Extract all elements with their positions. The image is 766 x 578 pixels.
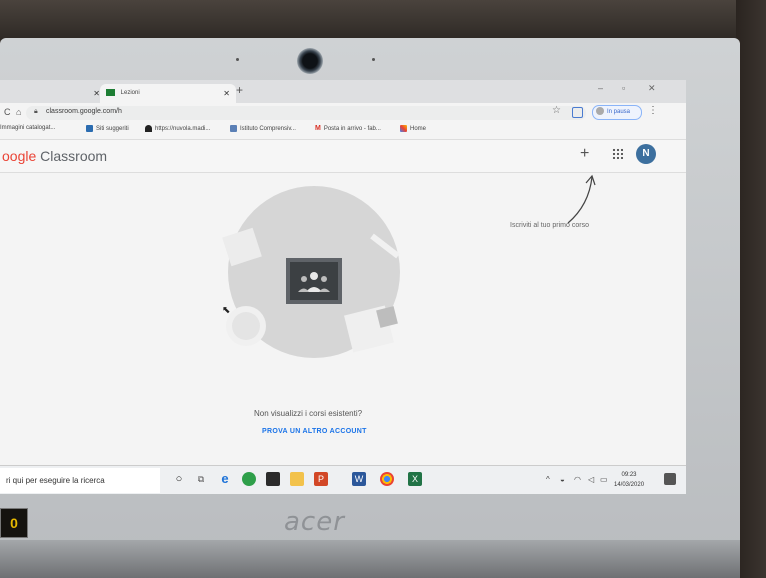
bookmark-item[interactable]: Istituto Comprensiv... — [230, 125, 296, 132]
join-class-hint: Iscriviti al tuo primo corso — [510, 222, 589, 229]
empty-state-illustration — [222, 186, 400, 358]
wifi-icon[interactable]: ◠ — [574, 475, 581, 484]
clock-date: 14/03/2020 — [614, 482, 645, 488]
tray-chevron-icon[interactable]: ^ — [546, 475, 550, 484]
taskbar-search-box[interactable]: ri qui per eseguire la ricerca — [0, 468, 160, 493]
toolbar: C ⌂ 🔒︎ classroom.google.com/h — [0, 103, 686, 123]
minimize-icon[interactable]: – — [598, 83, 603, 93]
bookmarks-bar: Immagini catalogat... Siti suggeriti htt… — [0, 123, 686, 140]
new-tab-button[interactable]: + — [236, 83, 243, 97]
profile-label: In pausa — [607, 109, 631, 115]
system-clock[interactable]: 09:23 14/03/2020 — [614, 470, 644, 490]
maximize-icon[interactable]: ▫ — [622, 83, 625, 93]
laptop-brand-logo: acer — [284, 507, 345, 537]
tab-label: Lezioni — [120, 90, 140, 96]
home-icon[interactable]: ⌂ — [16, 107, 21, 117]
windows-taskbar: ri qui per eseguire la ricerca ○ ⧉ e P W… — [0, 465, 686, 494]
chrome-icon[interactable] — [380, 472, 394, 486]
reload-icon[interactable]: C — [4, 107, 11, 117]
cloud-icon — [145, 125, 152, 132]
account-avatar[interactable]: N — [636, 144, 656, 164]
close-icon[interactable]: ✕ — [93, 84, 100, 103]
bookmark-item[interactable]: https://nuvola.madi... — [145, 125, 210, 132]
gmail-icon: M — [315, 125, 321, 132]
address-bar[interactable]: 🔒︎ classroom.google.com/h — [26, 106, 586, 120]
battery-icon[interactable]: ▭ — [600, 475, 608, 484]
tab-2[interactable]: Lezioni ✕ — [100, 84, 236, 103]
search-placeholder: ri qui per eseguire la ricerca — [6, 476, 105, 485]
bookmark-item[interactable]: Immagini catalogat... — [0, 125, 55, 131]
sticker-badge: 0 — [0, 508, 28, 538]
classroom-favicon-icon — [106, 88, 115, 96]
bookmark-icon — [230, 125, 237, 132]
laptop-bottom-bezel — [0, 540, 740, 578]
window-close-icon[interactable]: ✕ — [648, 83, 656, 94]
task-view-icon[interactable]: ⧉ — [194, 472, 208, 486]
hint-arrow-icon — [567, 174, 596, 224]
create-join-class-button[interactable]: + — [580, 145, 589, 163]
logo-google-part: oogle — [2, 148, 37, 164]
file-explorer-icon[interactable] — [290, 472, 304, 486]
apps-grid-icon[interactable] — [612, 148, 623, 159]
profile-avatar-icon — [596, 107, 604, 116]
tab-1[interactable]: ✕ — [0, 84, 106, 103]
sensor-dot — [236, 58, 239, 61]
network-icon[interactable]: ◒ — [560, 475, 565, 484]
clock-time: 09:23 — [621, 472, 637, 478]
existing-classes-question: Non visualizzi i corsi esistenti? — [254, 409, 363, 418]
lock-icon: 🔒︎ — [34, 108, 38, 115]
browser-menu-icon[interactable]: ⋮ — [648, 105, 658, 116]
google-classroom-logo[interactable]: oogle Classroom — [2, 148, 107, 164]
app-icon[interactable] — [242, 472, 256, 486]
bookmark-icon — [86, 125, 93, 132]
powerpoint-icon[interactable]: P — [314, 472, 328, 486]
logo-classroom-part: Classroom — [40, 148, 108, 164]
mouse-cursor-icon: ⬉ — [222, 305, 231, 316]
profile-button[interactable]: In pausa — [592, 105, 642, 120]
home-bookmark-icon — [400, 125, 407, 132]
screen: ✕ Lezioni ✕ + – ▫ ✕ C ⌂ 🔒︎ classroom.goo… — [0, 80, 686, 494]
bookmark-star-icon[interactable]: ☆ — [552, 105, 561, 116]
background-side — [736, 0, 766, 578]
tab-strip: ✕ Lezioni ✕ + – ▫ ✕ — [0, 80, 686, 103]
cortana-icon[interactable]: ○ — [172, 472, 186, 486]
excel-icon[interactable]: X — [408, 472, 422, 486]
volume-icon[interactable]: ◁ — [588, 475, 594, 484]
url-text: classroom.google.com/h — [46, 108, 122, 115]
app-header: oogle Classroom + N — [0, 140, 686, 173]
close-icon[interactable]: ✕ — [223, 84, 230, 103]
webcam — [297, 48, 323, 74]
bookmark-item[interactable]: Siti suggeriti — [86, 125, 129, 132]
bookmark-item[interactable]: M Posta in arrivo - fab... — [315, 125, 381, 132]
try-another-account-link[interactable]: PROVA UN ALTRO ACCOUNT — [262, 428, 367, 435]
edge-icon[interactable]: e — [218, 472, 232, 486]
store-icon[interactable] — [266, 472, 280, 486]
bookmark-item[interactable]: Home — [400, 125, 426, 132]
background-wall — [0, 0, 766, 40]
sensor-dot — [372, 58, 375, 61]
word-icon[interactable]: W — [352, 472, 366, 486]
notification-center-icon[interactable] — [664, 473, 676, 485]
extension-icon[interactable] — [572, 107, 583, 118]
